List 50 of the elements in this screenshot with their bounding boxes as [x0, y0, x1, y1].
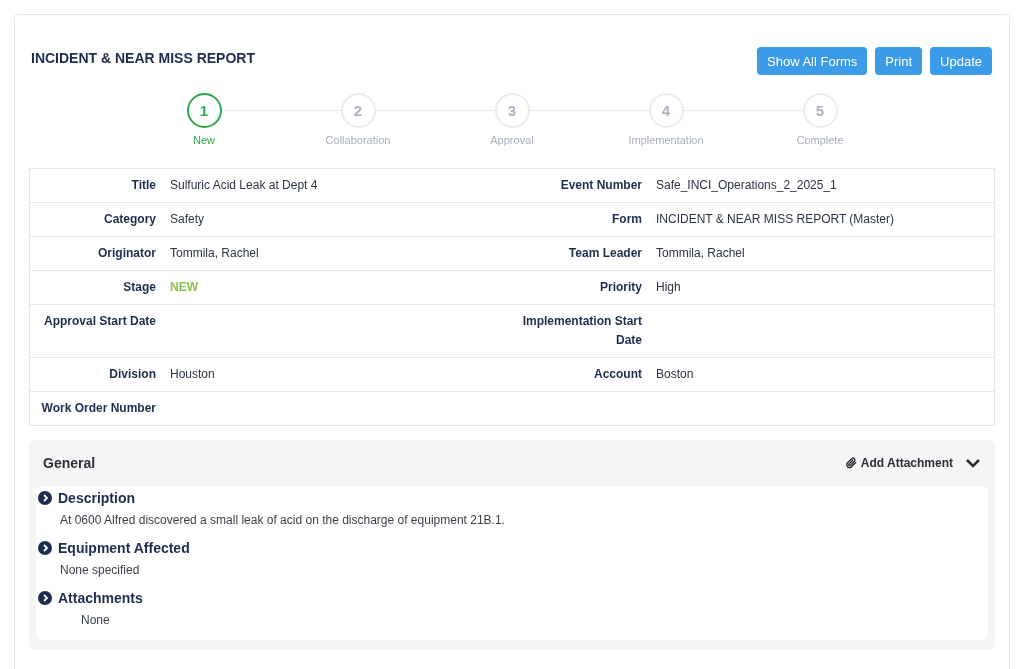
step-circle: 1	[186, 93, 222, 128]
field-label: Event Number	[559, 177, 642, 194]
field-value: Houston	[170, 366, 216, 383]
report-title: INCIDENT & NEAR MISS REPORT	[31, 50, 255, 66]
field-label: Approval Start Date	[42, 313, 156, 330]
add-attachment-button[interactable]: Add Attachment	[845, 456, 953, 470]
field-value: High	[656, 279, 682, 296]
step-label: Collaboration	[325, 134, 391, 146]
field-value: Boston	[656, 366, 695, 383]
section-title: Equipment Affected	[58, 539, 190, 558]
field-label: Team Leader	[567, 245, 642, 262]
paperclip-icon	[845, 457, 857, 469]
chevron-down-icon[interactable]	[965, 458, 981, 468]
chevron-circle-icon[interactable]	[38, 491, 52, 505]
field-label: Originator	[97, 245, 156, 262]
field-label: Title	[130, 177, 156, 194]
field-label: Account	[593, 366, 642, 383]
field-value: Sulfuric Acid Leak at Dept 4	[170, 177, 319, 194]
field-label: Work Order Number	[40, 400, 156, 417]
field-label: Division	[108, 366, 156, 383]
step-circle: 3	[494, 93, 530, 128]
step-label: Approval	[490, 134, 534, 146]
action-button[interactable]: Print	[875, 47, 923, 75]
field-value: NEW	[170, 279, 199, 296]
step-circle: 2	[340, 93, 376, 128]
step-label: New	[193, 134, 215, 146]
panel-title: General	[43, 455, 96, 471]
field-value: Tommila, Rachel	[656, 245, 746, 262]
section-title: Attachments	[58, 589, 143, 608]
step-label: Implementation	[628, 134, 704, 146]
field-value: Safe_INCI_Operations_2_2025_1	[656, 177, 838, 194]
section-title: Description	[58, 489, 135, 508]
field-value: Tommila, Rachel	[170, 245, 260, 262]
step-label: Complete	[796, 134, 844, 146]
step-circle: 4	[648, 93, 684, 128]
field-label: Form	[611, 211, 642, 228]
field-value: Safety	[170, 211, 206, 228]
chevron-circle-icon[interactable]	[38, 541, 52, 555]
field-label: Priority	[599, 279, 642, 296]
field-value: INCIDENT & NEAR MISS REPORT (Master)	[656, 211, 896, 228]
field-label: Stage	[122, 279, 156, 296]
section-text: At 0600 Alfred discovered a small leak of acid on the discharge of equipment 21B.1.	[60, 512, 506, 528]
field-label: Implementation Start Date	[522, 313, 642, 349]
section-text: None	[81, 612, 111, 628]
action-button[interactable]: Update	[930, 47, 992, 75]
action-button[interactable]: Show All Forms	[757, 47, 868, 75]
chevron-circle-icon[interactable]	[38, 591, 52, 605]
step-circle: 5	[802, 93, 838, 128]
section-text: None specified	[60, 562, 141, 578]
field-label: Category	[103, 211, 156, 228]
